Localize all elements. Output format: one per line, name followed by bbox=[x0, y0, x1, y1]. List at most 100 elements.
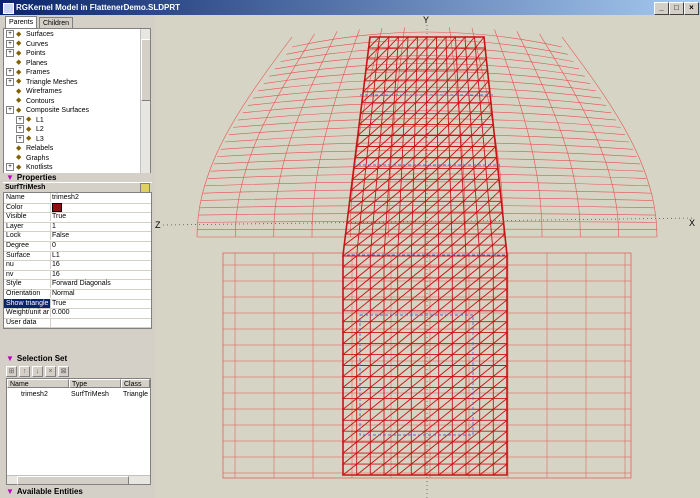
selection-list: Name Type Class trimesh2 SurfTriMesh Tri… bbox=[6, 378, 151, 485]
close-button[interactable]: × bbox=[684, 2, 699, 15]
column-header-class[interactable]: Class bbox=[121, 379, 150, 388]
collapse-icon: ▼ bbox=[6, 354, 14, 363]
property-value[interactable]: True bbox=[52, 299, 66, 308]
property-value[interactable]: L1 bbox=[52, 251, 60, 260]
z-axis-label: Z bbox=[155, 220, 161, 230]
tree-scrollbar-thumb[interactable] bbox=[141, 39, 150, 101]
tree-item-label: Graphs bbox=[26, 154, 49, 162]
property-value[interactable]: Forward Diagonals bbox=[52, 279, 111, 288]
properties-grid: Name trimesh2 Color Visible True Layer 1 Lock Fa… bbox=[3, 192, 152, 329]
window-title: RGKernel Model in FlattenerDemo.SLDPRT bbox=[16, 3, 181, 12]
y-axis-label: Y bbox=[423, 15, 430, 25]
object-type-bar: SurfTriMesh bbox=[3, 182, 152, 193]
property-value[interactable]: True bbox=[52, 212, 66, 221]
contours-icon: ◆ bbox=[16, 97, 22, 105]
tree-item-label: Triangle Meshes bbox=[26, 78, 78, 86]
column-header-name[interactable]: Name bbox=[7, 379, 69, 388]
expand-icon[interactable]: + bbox=[6, 39, 14, 48]
triangle-mesh bbox=[341, 35, 509, 476]
tree-item[interactable]: + ◆ L2 bbox=[16, 125, 44, 134]
tree-item[interactable]: + ◆ Triangle Meshes bbox=[6, 77, 78, 87]
column-header-type[interactable]: Type bbox=[69, 379, 121, 388]
tree-scrollbar[interactable] bbox=[140, 29, 150, 184]
property-value[interactable]: False bbox=[52, 231, 69, 240]
tree-item[interactable]: + ◆ Points bbox=[6, 49, 45, 58]
tree-item[interactable]: ◆ Wireframes bbox=[6, 87, 62, 96]
tree-item-label: Planes bbox=[26, 59, 48, 67]
maximize-button[interactable]: □ bbox=[669, 2, 684, 15]
model-viewport[interactable]: Y Z X bbox=[155, 15, 700, 498]
wireframe-line bbox=[198, 213, 656, 216]
frames-icon: ◆ bbox=[16, 68, 22, 76]
tree-item[interactable]: + ◆ Frames bbox=[6, 68, 50, 77]
planes-icon: ◆ bbox=[16, 59, 22, 67]
item-class: Triangle bbox=[123, 391, 149, 398]
tree-item[interactable]: + ◆ Curves bbox=[6, 39, 49, 49]
expand-icon[interactable]: + bbox=[6, 30, 14, 39]
tree-item[interactable]: + ◆ L3 bbox=[16, 134, 44, 144]
tree-item[interactable]: ◆ Contours bbox=[6, 97, 54, 106]
property-value[interactable]: trimesh2 bbox=[52, 193, 79, 202]
property-name: Surface bbox=[4, 250, 51, 260]
tree-item-label: Surfaces bbox=[26, 31, 54, 38]
tree-item[interactable]: + ◆ Knotlists bbox=[6, 163, 52, 172]
property-name: User data bbox=[4, 317, 51, 327]
move-up-button[interactable]: ↑ bbox=[19, 366, 30, 377]
list-hscrollbar-thumb[interactable] bbox=[17, 476, 129, 485]
expand-icon[interactable]: + bbox=[6, 49, 14, 58]
selection-set-header[interactable]: ▼ Selection Set bbox=[0, 354, 155, 364]
property-value[interactable]: 0 bbox=[52, 241, 56, 250]
tree-item-label: Curves bbox=[26, 40, 49, 48]
expand-icon[interactable]: + bbox=[16, 134, 24, 143]
property-value[interactable]: 0.000 bbox=[52, 308, 70, 317]
expand-icon[interactable]: + bbox=[16, 115, 24, 124]
list-hscrollbar[interactable] bbox=[7, 475, 150, 485]
move-down-button[interactable]: ↓ bbox=[32, 366, 43, 377]
wireframe-line bbox=[247, 94, 607, 106]
entity-tree: + ◆ Surfaces + ◆ Curves + ◆ Points ◆ Planes + ◆ Frame… bbox=[3, 28, 151, 185]
tree-item[interactable]: ◆ Relabels bbox=[6, 144, 53, 153]
app-icon bbox=[3, 3, 14, 14]
expand-icon[interactable]: + bbox=[16, 125, 24, 134]
tree-item[interactable]: ◆ Planes bbox=[6, 59, 47, 68]
tree-item[interactable]: + ◆ Surfaces bbox=[6, 30, 54, 39]
surface-icon: ◆ bbox=[26, 125, 32, 133]
item-type: SurfTriMesh bbox=[71, 391, 109, 398]
tree-item-label: Relabels bbox=[26, 145, 54, 152]
wireframe-line bbox=[242, 102, 612, 114]
select-all-button[interactable]: ⊞ bbox=[6, 366, 17, 377]
expand-icon[interactable]: + bbox=[6, 77, 14, 86]
object-type-label: SurfTriMesh bbox=[5, 184, 46, 191]
expand-icon[interactable]: + bbox=[6, 106, 14, 115]
tree-item[interactable]: + ◆ L1 bbox=[16, 115, 44, 125]
remove-button[interactable]: × bbox=[45, 366, 56, 377]
available-entities-header[interactable]: ▼ Available Entities bbox=[0, 487, 155, 497]
x-axis-label: X bbox=[689, 218, 696, 228]
clear-button[interactable]: ⊠ bbox=[58, 366, 69, 377]
tree-item-label: L3 bbox=[36, 135, 44, 143]
collapse-icon: ▼ bbox=[6, 173, 14, 182]
tree-item[interactable]: + ◆ Composite Surfaces bbox=[6, 106, 89, 115]
property-value[interactable]: 16 bbox=[52, 270, 60, 279]
tree-item-label: Wireframes bbox=[26, 88, 62, 95]
property-name: Weight/unit ar bbox=[6, 308, 51, 318]
property-name: Name bbox=[4, 193, 51, 202]
expand-icon[interactable]: + bbox=[6, 68, 14, 77]
color-swatch[interactable] bbox=[52, 202, 62, 212]
property-value[interactable]: Normal bbox=[52, 289, 75, 298]
property-value[interactable]: 16 bbox=[52, 260, 60, 269]
property-name: Visible bbox=[4, 212, 51, 222]
property-value[interactable] bbox=[52, 202, 62, 212]
property-name: Style bbox=[4, 279, 51, 289]
relabels-icon: ◆ bbox=[16, 144, 22, 152]
minimize-button[interactable]: _ bbox=[654, 2, 669, 15]
mesh-canvas[interactable] bbox=[155, 15, 700, 498]
list-item[interactable]: trimesh2 SurfTriMesh Triangle bbox=[7, 390, 150, 399]
wireframe-line bbox=[233, 118, 621, 128]
points-icon: ◆ bbox=[16, 49, 22, 57]
expand-icon[interactable]: + bbox=[6, 163, 14, 172]
tree-item[interactable]: ◆ Graphs bbox=[6, 154, 49, 163]
property-value[interactable]: 1 bbox=[52, 222, 56, 231]
property-row[interactable]: User data bbox=[4, 317, 151, 329]
triangle-meshes-icon: ◆ bbox=[16, 78, 22, 86]
